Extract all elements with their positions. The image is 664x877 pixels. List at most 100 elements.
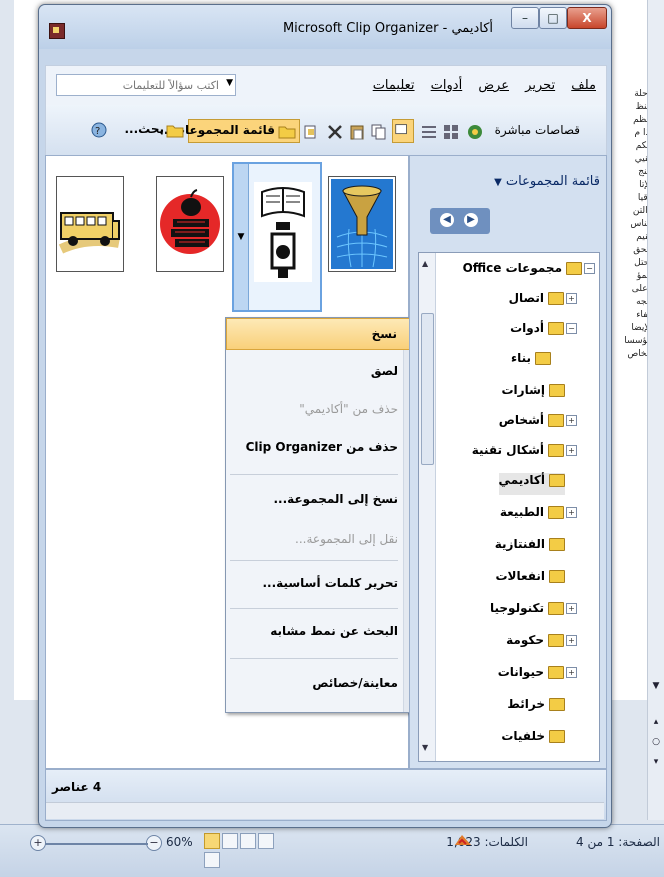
minimize-button[interactable]: – [511,7,539,29]
menu-help[interactable]: تعليمات [373,78,415,93]
tree-node[interactable]: +تكنولوجيا [490,601,577,623]
svg-text:?: ? [95,126,100,137]
full-screen-view-icon[interactable] [222,833,238,849]
collapse-icon[interactable]: − [566,323,577,334]
menu-item-paste[interactable]: 📋 لصق [226,356,438,386]
clip-dropdown-button[interactable]: ▼ [234,164,249,310]
tree-scrollbar[interactable]: ▲ ▼ [419,253,436,761]
menu-item-copy[interactable]: ⧉ نسخ [226,318,438,350]
scroll-thumb[interactable] [421,313,434,465]
maximize-button[interactable]: □ [539,7,567,29]
app-icon[interactable] [49,23,65,39]
tree-node[interactable]: خرائط [507,697,565,719]
tree-node[interactable]: إشارات [502,383,565,405]
thumbnails-view-icon[interactable] [442,121,460,143]
tree-node[interactable]: انفعالات [495,569,565,591]
menu-item-edit-keywords[interactable]: تحرير كلمات أساسية... [226,568,438,598]
tree-node[interactable]: +اتصال [509,291,577,313]
task-pane-title: قائمة المجموعات [505,174,600,189]
menu-view[interactable]: عرض [478,78,509,93]
books-apple-image [157,177,223,271]
back-icon[interactable]: ◀ [440,213,454,227]
next-page-icon[interactable]: ▾ [650,756,662,768]
live-clips-button[interactable]: قصاصات مباشرة [495,123,580,137]
folder-icon [548,414,564,427]
tree-node[interactable]: +حيوانات [498,665,577,687]
prev-page-icon[interactable]: ▴ [650,716,662,728]
scroll-up-icon[interactable]: ▲ [422,259,428,268]
list-view-icon[interactable] [420,121,438,143]
expand-icon[interactable]: + [566,507,577,518]
pane-menu-arrow-icon[interactable]: ▼ [494,177,502,188]
folder-icon [548,602,564,615]
delete-icon[interactable] [326,121,344,143]
web-layout-view-icon[interactable] [240,833,256,849]
tree-node[interactable]: +الطبيعة [500,505,577,527]
outline-view-icon[interactable] [258,833,274,849]
menu-item-find-similar[interactable]: البحث عن نمط مشابه [226,616,438,646]
expand-icon[interactable]: + [566,415,577,426]
menu-file[interactable]: ملف [571,78,596,93]
title-bar[interactable]: أكاديمي - Microsoft Clip Organizer – □ X [39,5,611,49]
zoom-slider[interactable] [38,843,148,845]
menu-edit[interactable]: تحرير [525,78,555,93]
ask-question-input[interactable] [57,75,221,95]
paste-icon[interactable] [348,121,366,143]
folder-icon [548,506,564,519]
print-layout-view-icon[interactable] [204,833,220,849]
menu-item-move-to-collection: ⎘ نقل إلى المجموعة... [226,524,438,554]
menu-item-preview-properties[interactable]: معاينة/خصائص [226,668,438,698]
clip-organizer-window: أكاديمي - Microsoft Clip Organizer – □ X… [38,4,612,828]
collection-list-button[interactable]: قائمة المجموعات... [159,119,300,143]
copy-icon[interactable] [370,121,388,143]
select-browse-object-icon[interactable]: ○ [650,736,662,748]
menu-item-copy-to-collection[interactable]: ⎘ نسخ إلى المجموعة... [226,484,438,514]
search-button[interactable]: بحث... [116,119,186,141]
ask-question-box[interactable]: ▼ [56,74,236,96]
expand-icon[interactable]: + [566,603,577,614]
clip-books-apple[interactable] [156,176,224,272]
dropdown-arrow-icon[interactable]: ▼ [226,78,233,88]
menu-item-label: نسخ إلى المجموعة... [273,492,398,506]
tree-node[interactable]: +أشخاص [499,413,577,435]
task-pane-header[interactable]: قائمة المجموعات ▼ [494,174,600,189]
zoom-in-icon[interactable]: + [30,835,46,851]
selected-clip[interactable]: ▼ [232,162,322,312]
folder-icon [548,444,564,457]
menu-item-delete-from-organizer[interactable]: ✕ حذف من Clip Organizer [226,432,438,462]
folder-icon [535,352,551,365]
copy-to-collection-icon[interactable] [302,121,320,143]
details-view-button[interactable] [392,119,414,143]
tree-node[interactable]: +أشكال تقنية [472,443,577,465]
clip-funnel-globe[interactable] [328,176,396,272]
task-pane-nav: ◀ ▶ [430,208,490,234]
clips-online-icon[interactable]: ? [88,119,110,141]
scroll-down-icon[interactable]: ▼ [650,680,662,692]
tree-node[interactable]: +حكومة [506,633,577,655]
tree-node[interactable]: الفنتازية [495,537,565,559]
tree-node[interactable]: بناء [511,351,551,373]
document-scrollbar[interactable]: ▼ ▴ ○ ▾ [647,0,664,820]
menu-tools[interactable]: أدوات [431,78,463,93]
draft-view-icon[interactable] [204,852,220,868]
forward-icon[interactable]: ▶ [464,213,478,227]
folder-icon [548,666,564,679]
tree-node[interactable]: −مجموعات Office [463,261,595,283]
expand-icon[interactable]: + [566,635,577,646]
tree-node[interactable]: −أدوات [510,321,577,343]
collapse-icon[interactable]: − [584,263,595,274]
tree-node[interactable]: خلفيات [501,729,565,751]
folder-icon [278,126,296,139]
expand-icon[interactable]: + [566,667,577,678]
expand-icon[interactable]: + [566,293,577,304]
zoom-out-icon[interactable]: − [146,835,162,851]
zoom-level[interactable]: 60% [166,835,193,849]
expand-icon[interactable]: + [566,445,577,456]
horizontal-scrollbar[interactable] [46,802,604,819]
clip-school-bus[interactable] [56,176,124,272]
scroll-down-icon[interactable]: ▼ [422,743,428,752]
page-indicator[interactable]: الصفحة: 1 من 4 [576,835,660,849]
tree-node-selected[interactable]: أكاديمي [498,473,565,495]
close-button[interactable]: X [567,7,607,29]
proofing-icon[interactable] [452,831,474,851]
